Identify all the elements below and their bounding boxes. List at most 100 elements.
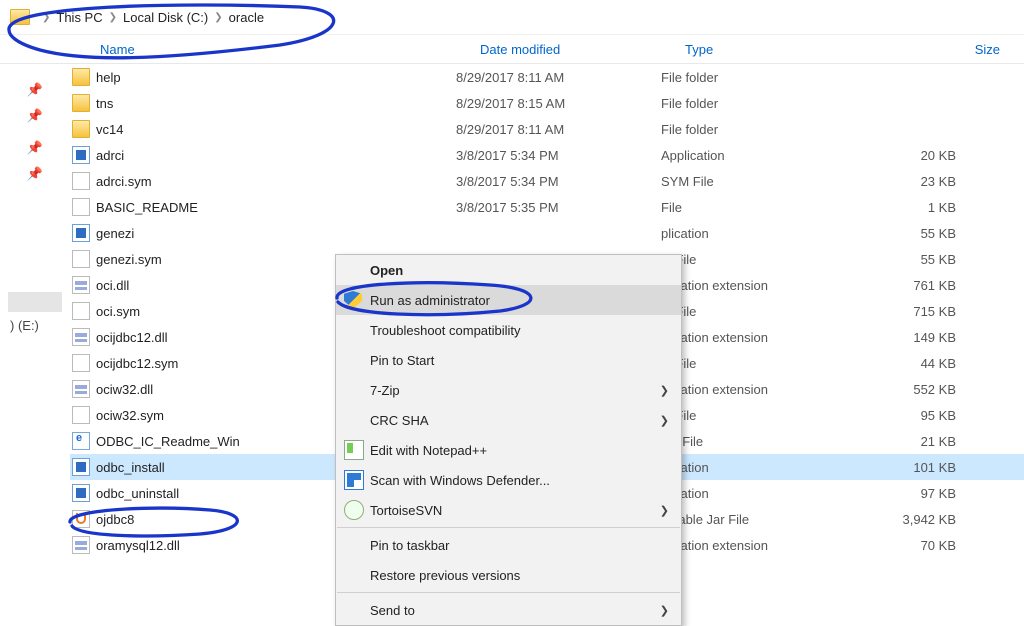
file-icon [70,198,92,216]
drive-thumbnail[interactable] [8,292,62,312]
file-row[interactable]: genezi plication55 KB [70,220,1024,246]
file-size: 55 KB [836,226,976,241]
file-row[interactable]: adrci.sym3/8/2017 5:34 PMSYM File23 KB [70,168,1024,194]
file-type: plication [661,460,836,475]
chevron-right-icon: ❯ [36,12,56,23]
breadcrumb-oracle[interactable]: oracle [229,10,264,25]
folder-icon [10,9,30,25]
file-size: 715 KB [836,304,976,319]
file-size: 552 KB [836,382,976,397]
file-type: File [661,200,836,215]
folder-icon [70,94,92,112]
context-menu[interactable]: Open Run as administrator Troubleshoot com… [335,254,682,626]
menu-item[interactable]: Send to ❯ [336,595,681,625]
ml-icon [70,432,92,450]
file-type: plication extension [661,278,836,293]
menu-item[interactable]: Scan with Windows Defender... [336,465,681,495]
file-date: 8/29/2017 8:11 AM [456,122,661,137]
pin-icon[interactable]: 📌 [0,166,70,182]
menu-item-label: Pin to Start [370,353,434,368]
file-icon [70,250,92,268]
file-date: 3/8/2017 5:34 PM [456,148,661,163]
menu-item-label: 7-Zip [370,383,400,398]
file-type: M File [661,304,836,319]
npp-icon [344,440,364,460]
column-header-name[interactable]: Name [0,42,480,57]
file-type: File folder [661,122,836,137]
file-size: 44 KB [836,356,976,371]
file-type: M File [661,252,836,267]
pin-icon[interactable]: 📌 [0,82,70,98]
pin-icon[interactable]: 📌 [0,108,70,124]
file-size: 55 KB [836,252,976,267]
file-row[interactable]: tns8/29/2017 8:15 AMFile folder [70,90,1024,116]
file-row[interactable]: adrci3/8/2017 5:34 PMApplication20 KB [70,142,1024,168]
menu-item[interactable]: Edit with Notepad++ [336,435,681,465]
column-header-type[interactable]: Type [685,42,860,57]
menu-item-label: Send to [370,603,415,618]
menu-item-label: Pin to taskbar [370,538,450,553]
tort-icon [344,500,364,520]
menu-item-label: Scan with Windows Defender... [370,473,550,488]
file-type: plication [661,226,836,241]
column-header-size[interactable]: Size [860,42,1020,57]
chevron-right-icon: ❯ [660,384,669,397]
file-type: cutable Jar File [661,512,836,527]
file-name: tns [92,96,456,111]
menu-item[interactable]: TortoiseSVN ❯ [336,495,681,525]
file-type: M File [661,356,836,371]
menu-item[interactable]: Run as administrator [336,285,681,315]
file-size: 1 KB [836,200,976,215]
column-header-date[interactable]: Date modified [480,42,685,57]
file-size: 70 KB [836,538,976,553]
file-type: SYM File [661,174,836,189]
file-type: Application [661,148,836,163]
breadcrumb-this-pc[interactable]: This PC [56,10,102,25]
dll-icon [70,536,92,554]
file-size: 149 KB [836,330,976,345]
file-row[interactable]: vc148/29/2017 8:11 AMFile folder [70,116,1024,142]
file-size: 761 KB [836,278,976,293]
menu-item[interactable]: Open [336,255,681,285]
file-type: File folder [661,70,836,85]
quick-access-pane: 📌 📌 📌 📌 ) (E:) [0,64,70,558]
menu-item-label: Run as administrator [370,293,490,308]
file-row[interactable]: BASIC_README3/8/2017 5:35 PMFile1 KB [70,194,1024,220]
app-icon [70,484,92,502]
app-icon [70,146,92,164]
menu-item-label: Edit with Notepad++ [370,443,487,458]
chevron-right-icon: ❯ [660,504,669,517]
file-name: adrci [92,148,456,163]
file-size: 95 KB [836,408,976,423]
breadcrumb[interactable]: ❯ This PC ❯ Local Disk (C:) ❯ oracle [0,0,1024,35]
def-icon [344,470,364,490]
file-size: 97 KB [836,486,976,501]
menu-item[interactable]: Troubleshoot compatibility [336,315,681,345]
file-type: M File [661,408,836,423]
menu-item-label: Open [370,263,403,278]
menu-item[interactable]: Restore previous versions [336,560,681,590]
breadcrumb-local-disk-c[interactable]: Local Disk (C:) [123,10,208,25]
menu-item-label: CRC SHA [370,413,429,428]
file-row[interactable]: help8/29/2017 8:11 AMFile folder [70,64,1024,90]
file-date: 3/8/2017 5:35 PM [456,200,661,215]
shield-icon [344,291,362,309]
folder-icon [70,68,92,86]
drive-label[interactable]: ) (E:) [10,318,70,333]
menu-item[interactable]: 7-Zip ❯ [336,375,681,405]
file-name: genezi [92,226,456,241]
menu-item[interactable]: Pin to taskbar [336,530,681,560]
file-type: plication [661,486,836,501]
menu-item-label: TortoiseSVN [370,503,442,518]
pin-icon[interactable]: 📌 [0,140,70,156]
app-icon [70,224,92,242]
menu-item[interactable]: Pin to Start [336,345,681,375]
file-type: plication extension [661,538,836,553]
menu-separator [337,592,680,593]
file-icon [70,302,92,320]
menu-item[interactable]: CRC SHA❯ [336,405,681,435]
chevron-right-icon: ❯ [660,604,669,617]
dll-icon [70,328,92,346]
file-size: 101 KB [836,460,976,475]
chevron-right-icon: ❯ [208,12,228,23]
